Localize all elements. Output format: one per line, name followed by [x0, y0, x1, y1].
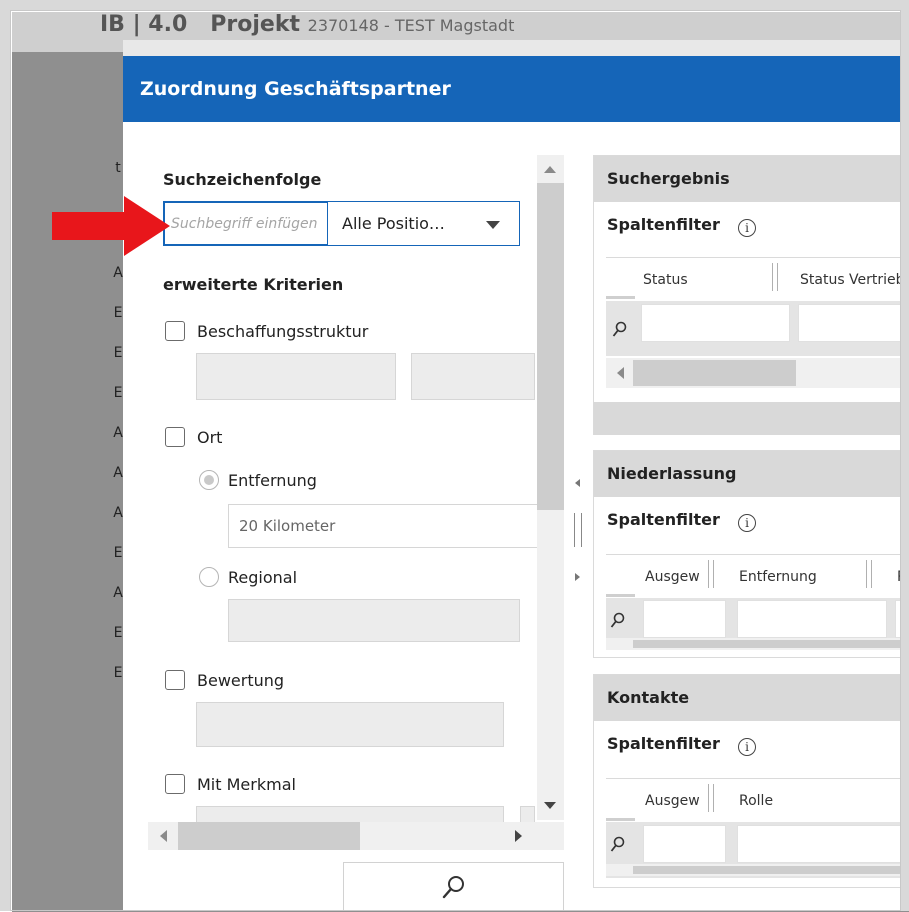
ausgew-filter-input[interactable] [643, 600, 726, 638]
collapse-left-icon[interactable] [575, 479, 580, 487]
entfernung-field[interactable]: 20 Kilometer [228, 504, 538, 548]
merkmal-field[interactable] [196, 806, 504, 822]
magnifier-icon [612, 321, 627, 337]
scroll-right-icon[interactable] [515, 830, 522, 842]
kontakte-title: Kontakte [607, 688, 690, 707]
bewertung-label: Bewertung [197, 671, 285, 690]
grid-corner-marker [606, 818, 635, 821]
niederlassung-title: Niederlassung [607, 464, 737, 483]
beschaffung-field-2[interactable] [411, 353, 535, 400]
column-header-entfernung[interactable]: Entfernung [739, 569, 817, 585]
bg-row-letter: A [113, 505, 123, 521]
horizontal-scroll-thumb[interactable] [178, 822, 360, 850]
panel-splitter[interactable] [574, 513, 582, 547]
extended-criteria-label: erweiterte Kriterien [163, 275, 344, 294]
search-input[interactable] [164, 202, 328, 245]
status-vertrieb-filter-input[interactable] [798, 304, 909, 342]
dialog-title: Zuordnung Geschäftspartner [140, 78, 451, 100]
search-label: Suchzeichenfolge [163, 170, 322, 189]
column-resize-handle[interactable] [708, 784, 714, 812]
expand-right-icon[interactable] [575, 573, 580, 581]
column-header-status-vertrieb[interactable]: Status Vertrieb [800, 272, 909, 288]
entfernung-label: Entfernung [228, 471, 317, 490]
column-resize-handle[interactable] [772, 263, 778, 291]
scroll-down-icon[interactable] [544, 802, 556, 809]
grid-corner-marker [606, 594, 635, 597]
entfernung-radio[interactable] [199, 470, 219, 490]
merkmal-label: Mit Merkmal [197, 775, 296, 794]
column-resize-handle[interactable] [708, 560, 714, 588]
beschaffung-field-1[interactable] [196, 353, 396, 400]
bg-row-letter: A [113, 465, 123, 481]
bg-row-letter: E [113, 625, 123, 641]
ausgew-filter-input[interactable] [643, 825, 726, 863]
scroll-left-icon[interactable] [617, 367, 624, 379]
bg-row-letter: A [113, 585, 123, 601]
magnifier-icon [610, 612, 625, 628]
app-title-fragment: IB | 4.0 [100, 12, 188, 37]
magnifier-icon [610, 836, 625, 852]
horizontal-scroll-thumb[interactable] [633, 640, 909, 648]
ort-checkbox[interactable] [165, 427, 185, 447]
bewertung-checkbox[interactable] [165, 670, 185, 690]
merkmal-field-2[interactable] [520, 806, 535, 822]
status-filter-input[interactable] [641, 304, 790, 342]
info-icon[interactable]: i [738, 219, 756, 237]
bewertung-field[interactable] [196, 702, 504, 747]
dialog-top-strip [123, 40, 909, 56]
scope-select-value: Alle Positio… [342, 214, 445, 233]
grid-corner-marker [606, 296, 635, 299]
kontakte-filter-label: Spaltenfilter [607, 734, 720, 753]
bg-row-letter: A [113, 425, 123, 441]
column-header-ausgew[interactable]: Ausgew [645, 793, 700, 809]
column-header-r[interactable]: R [897, 569, 909, 585]
column-header-ausgew[interactable]: Ausgew [645, 569, 700, 585]
scroll-up-icon[interactable] [544, 166, 556, 173]
scroll-left-icon[interactable] [160, 830, 167, 842]
project-value: 2370148 - TEST Magstadt [307, 16, 515, 35]
r-filter-input[interactable] [895, 600, 909, 638]
merkmal-checkbox[interactable] [165, 774, 185, 794]
suchergebnis-filter-label: Spaltenfilter [607, 215, 720, 234]
suchergebnis-title: Suchergebnis [607, 169, 730, 188]
bg-row-letter: t [115, 160, 121, 176]
column-header-status[interactable]: Status [643, 272, 688, 288]
horizontal-scroll-thumb[interactable] [633, 360, 796, 386]
beschaffung-label: Beschaffungsstruktur [197, 322, 369, 341]
niederlassung-filter-label: Spaltenfilter [607, 510, 720, 529]
column-header-rolle[interactable]: Rolle [739, 793, 773, 809]
search-button[interactable] [343, 862, 564, 911]
entfernung-filter-input[interactable] [737, 600, 887, 638]
vertical-scroll-thumb[interactable] [537, 183, 564, 510]
magnifier-icon [442, 876, 464, 899]
column-resize-handle[interactable] [866, 560, 872, 588]
scrollbar-corner [537, 822, 564, 850]
regional-radio[interactable] [199, 567, 219, 587]
info-icon[interactable]: i [738, 514, 756, 532]
ort-label: Ort [197, 428, 223, 447]
bg-row-letter: E [113, 345, 123, 361]
info-icon[interactable]: i [738, 738, 756, 756]
rolle-filter-input[interactable] [737, 825, 909, 863]
beschaffung-checkbox[interactable] [165, 321, 185, 341]
red-arrow-annotation [52, 196, 170, 256]
bg-row-letter: E [113, 545, 123, 561]
chevron-down-icon[interactable] [486, 221, 500, 229]
bg-row-letter: A [113, 265, 123, 281]
regional-field[interactable] [228, 599, 520, 642]
regional-label: Regional [228, 568, 298, 587]
bg-row-letter: E [113, 385, 123, 401]
project-label: Projekt [210, 12, 300, 37]
background-app-title: IB | 4.0 Projekt 2370148 - TEST Magstadt [100, 12, 514, 39]
bg-row-letter: E [113, 665, 123, 681]
suchergebnis-footer [594, 402, 909, 435]
bg-row-letter: E [113, 305, 123, 321]
horizontal-scroll-thumb[interactable] [633, 866, 909, 874]
